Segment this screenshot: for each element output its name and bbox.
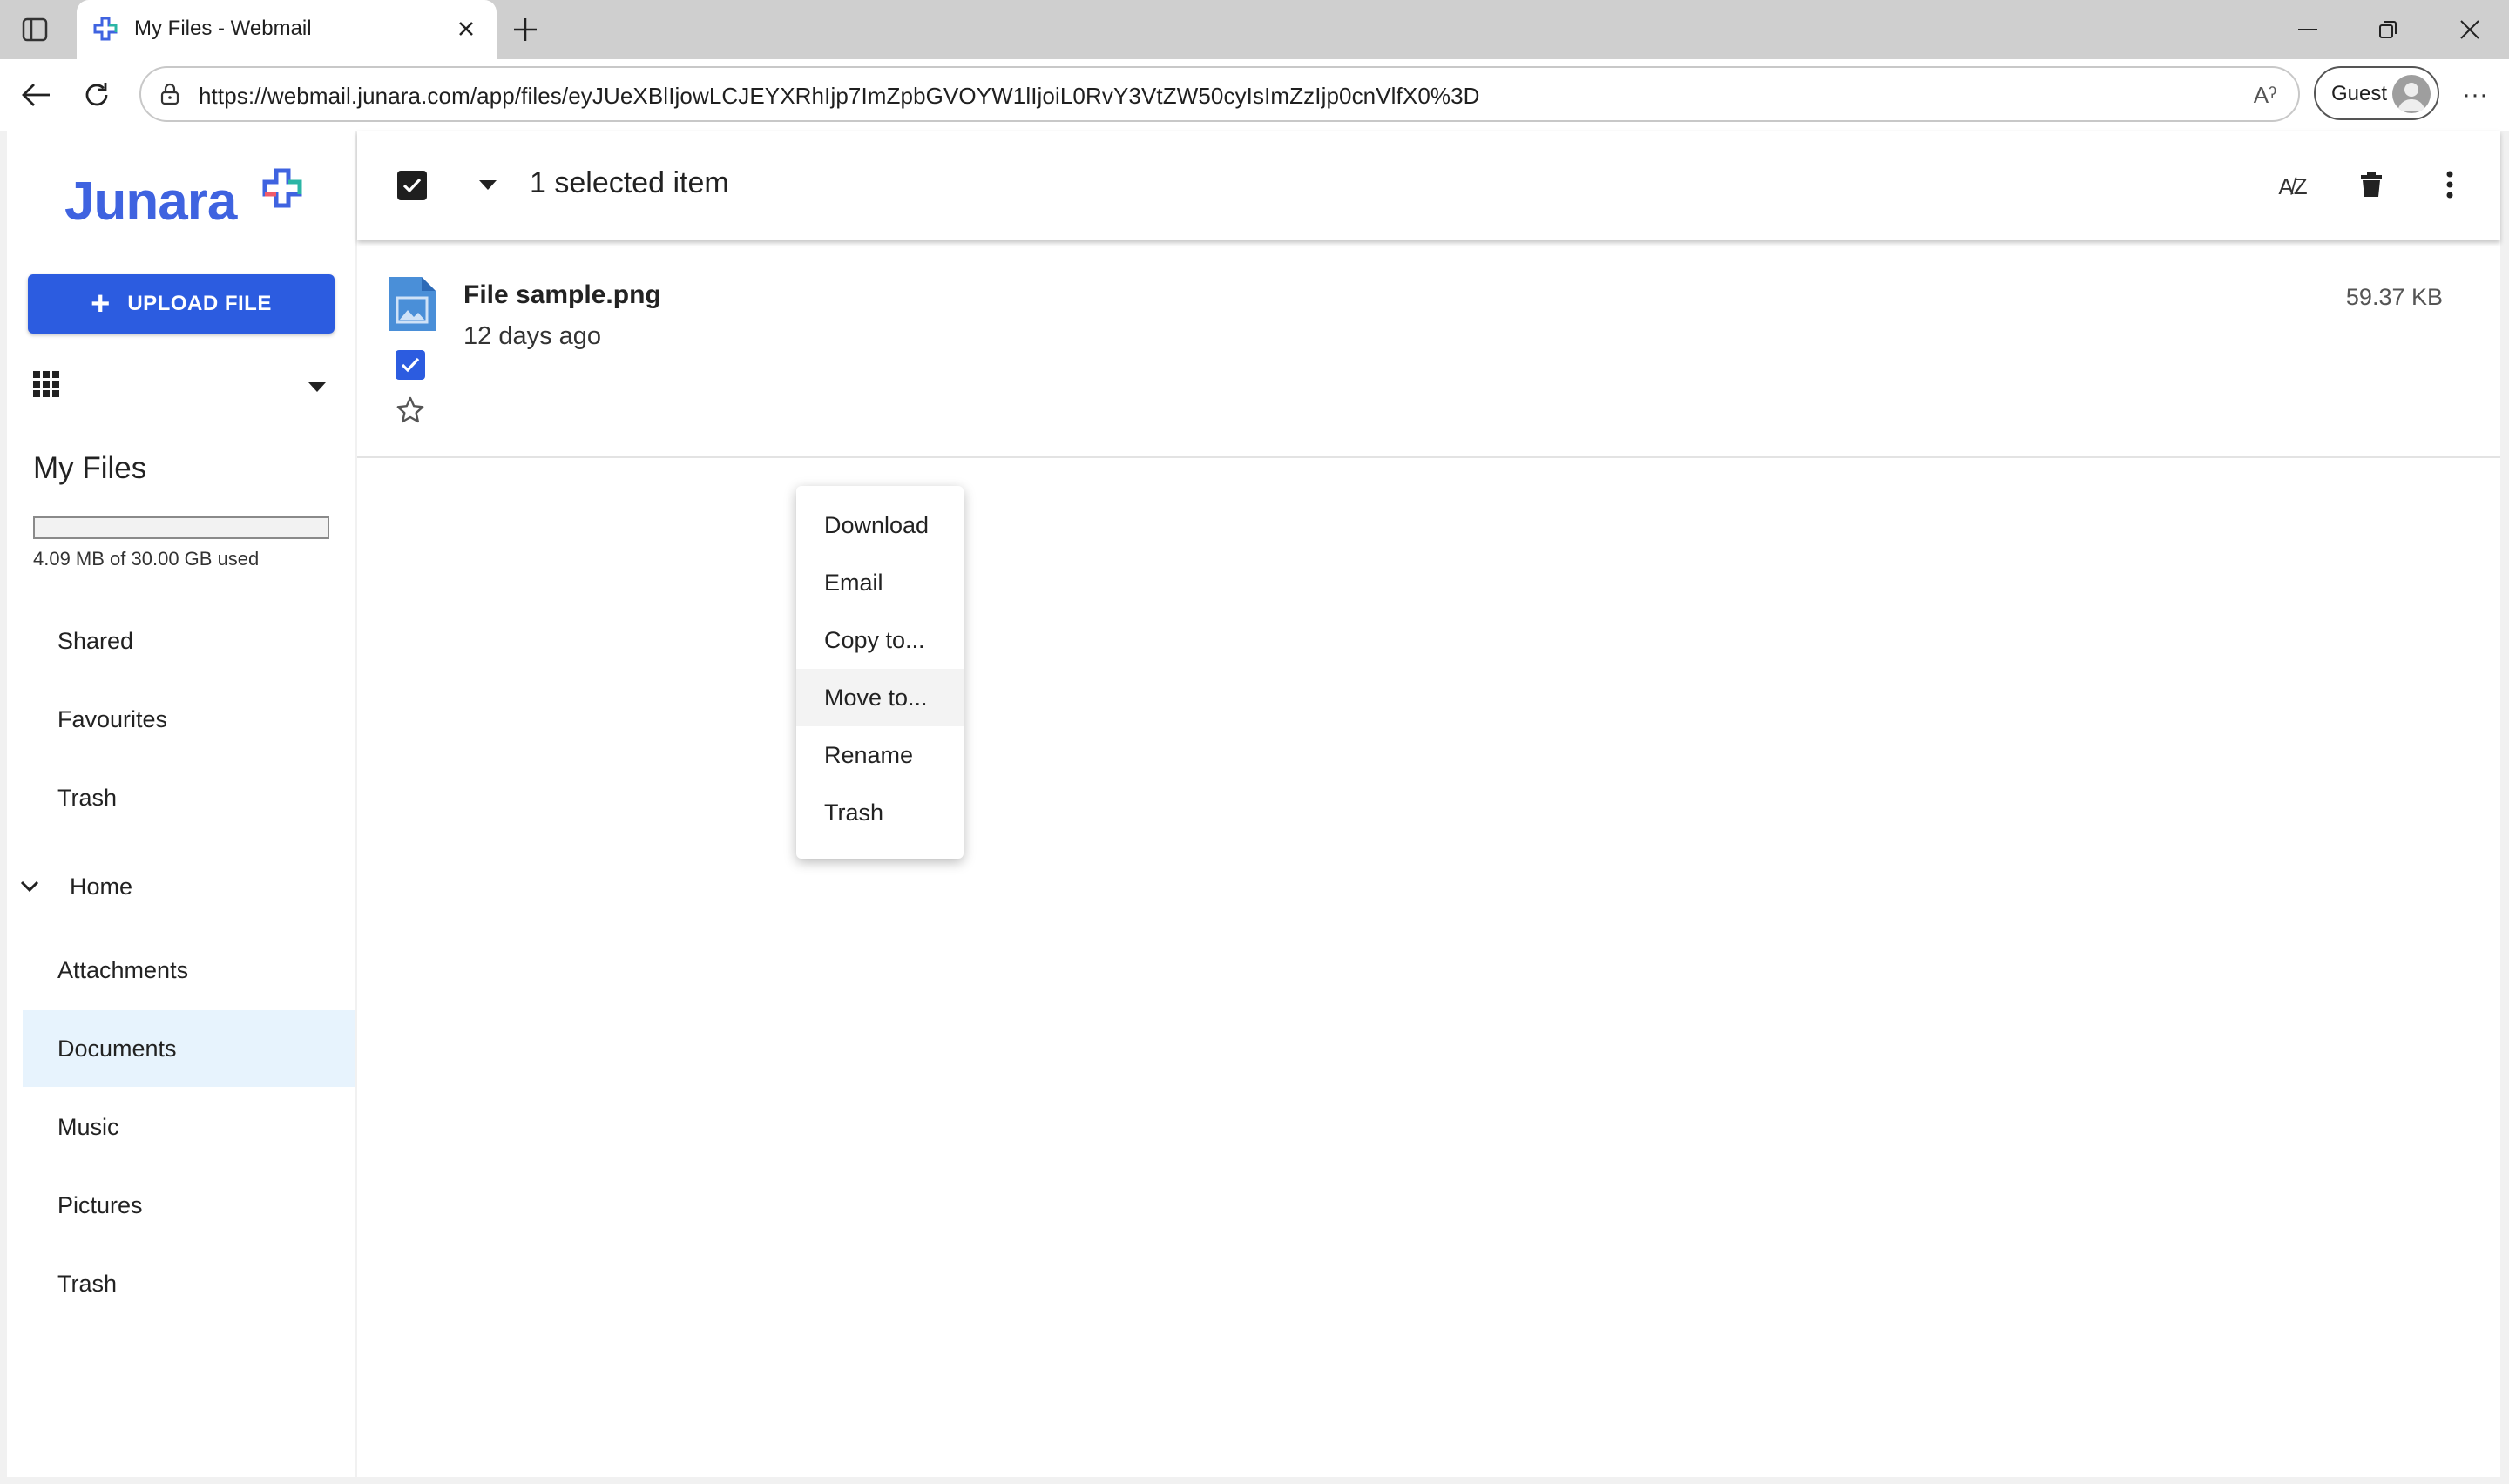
profile-button[interactable]: Guest <box>2314 66 2439 120</box>
webmail-app: Junara + UPLOAD FILE My Files 4.09 MB of… <box>0 131 2509 1484</box>
junara-logo-mark-icon <box>262 168 302 208</box>
sidebar-folder-home[interactable]: Home <box>14 855 355 918</box>
selection-toolbar: 1 selected item A̸Z <box>357 131 2500 240</box>
caret-down-icon[interactable] <box>300 374 335 401</box>
storage-quota-bar <box>33 516 329 539</box>
sort-az-icon[interactable]: A̸Z <box>2274 167 2312 206</box>
sidebar-item-music[interactable]: Music <box>23 1089 355 1165</box>
menu-item-move-to[interactable]: Move to... <box>796 669 964 726</box>
new-tab-plus-icon[interactable] <box>505 10 545 49</box>
tab-actions-icon[interactable] <box>17 12 52 47</box>
menu-item-download[interactable]: Download <box>796 496 964 554</box>
file-list-pane: 1 selected item A̸Z File sample.png 12 d… <box>357 131 2500 1477</box>
file-name[interactable]: File sample.png <box>463 280 661 310</box>
sidebar-item-pictures[interactable]: Pictures <box>23 1167 355 1244</box>
sidebar-title: My Files <box>33 451 147 485</box>
image-file-icon <box>389 277 436 331</box>
selection-count-label: 1 selected item <box>530 166 729 199</box>
sidebar: Junara + UPLOAD FILE My Files 4.09 MB of… <box>7 131 355 1477</box>
back-arrow-icon[interactable] <box>14 73 57 117</box>
browser-toolbar: https://webmail.junara.com/app/files/eyJ… <box>0 59 2509 131</box>
trash-delete-icon[interactable] <box>2352 165 2391 204</box>
reload-icon[interactable] <box>75 73 118 117</box>
chevron-down-icon[interactable] <box>14 871 45 902</box>
selection-caret-down-icon[interactable] <box>472 171 504 200</box>
sidebar-item-shared[interactable]: Shared <box>23 603 355 679</box>
storage-quota-text: 4.09 MB of 30.00 GB used <box>33 548 260 570</box>
restore-window-icon[interactable] <box>2357 9 2418 51</box>
select-all-checkbox[interactable] <box>397 171 427 200</box>
more-vertical-icon[interactable] <box>2431 165 2469 204</box>
close-window-icon[interactable] <box>2439 9 2500 51</box>
profile-avatar-icon <box>2392 75 2431 113</box>
sidebar-item-home-trash[interactable]: Trash <box>23 1245 355 1322</box>
sidebar-item-favourites[interactable]: Favourites <box>23 681 355 758</box>
sidebar-item-documents[interactable]: Documents <box>23 1010 355 1087</box>
tab-title: My Files - Webmail <box>134 17 312 40</box>
read-aloud-icon[interactable]: Aˀ <box>2249 80 2281 110</box>
apps-grid-icon[interactable] <box>33 371 64 402</box>
sidebar-item-attachments[interactable]: Attachments <box>23 932 355 1008</box>
sidebar-item-trash[interactable]: Trash <box>23 759 355 836</box>
logo-text: Junara <box>64 172 237 232</box>
file-modified-date: 12 days ago <box>463 322 602 350</box>
file-size: 59.37 KB <box>2345 284 2443 310</box>
close-tab-icon[interactable] <box>451 14 481 44</box>
profile-label: Guest <box>2331 82 2388 105</box>
url-text[interactable]: https://webmail.junara.com/app/files/eyJ… <box>199 83 1480 110</box>
upload-file-label: UPLOAD FILE <box>127 292 272 315</box>
address-bar[interactable]: https://webmail.junara.com/app/files/eyJ… <box>139 66 2300 122</box>
menu-item-rename[interactable]: Rename <box>796 726 964 784</box>
upload-file-button[interactable]: + UPLOAD FILE <box>28 274 335 334</box>
browser-tab-active[interactable]: My Files - Webmail <box>77 0 497 59</box>
file-context-menu: Download Email Copy to... Move to... Ren… <box>796 486 964 859</box>
menu-item-email[interactable]: Email <box>796 554 964 611</box>
browser-tab-strip: My Files - Webmail <box>0 0 2509 59</box>
plus-icon: + <box>91 286 111 322</box>
menu-item-trash[interactable]: Trash <box>796 784 964 841</box>
sidebar-folder-home-label: Home <box>70 873 133 900</box>
menu-item-copy-to[interactable]: Copy to... <box>796 611 964 669</box>
minimize-window-icon[interactable] <box>2277 9 2338 51</box>
file-select-checkbox[interactable] <box>396 350 425 380</box>
star-icon[interactable] <box>394 394 427 427</box>
junara-logo[interactable]: Junara <box>64 168 302 232</box>
file-row[interactable]: File sample.png 12 days ago 59.37 KB <box>357 258 2500 458</box>
junara-favicon-icon <box>93 17 118 41</box>
browser-menu-icon[interactable]: ··· <box>2453 73 2497 117</box>
site-info-lock-icon[interactable] <box>159 83 181 105</box>
